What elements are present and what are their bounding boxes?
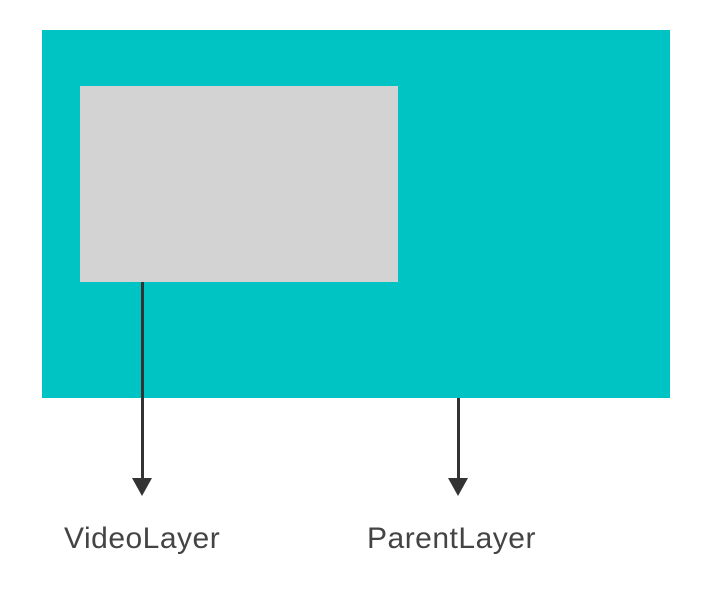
- video-arrow-head-icon: [132, 478, 152, 496]
- parent-arrow-line: [457, 398, 460, 478]
- parent-layer-label: ParentLayer: [367, 522, 536, 556]
- video-layer-box: [80, 86, 398, 282]
- video-layer-label: VideoLayer: [64, 522, 220, 556]
- parent-arrow-head-icon: [448, 478, 468, 496]
- video-arrow-line: [141, 282, 144, 478]
